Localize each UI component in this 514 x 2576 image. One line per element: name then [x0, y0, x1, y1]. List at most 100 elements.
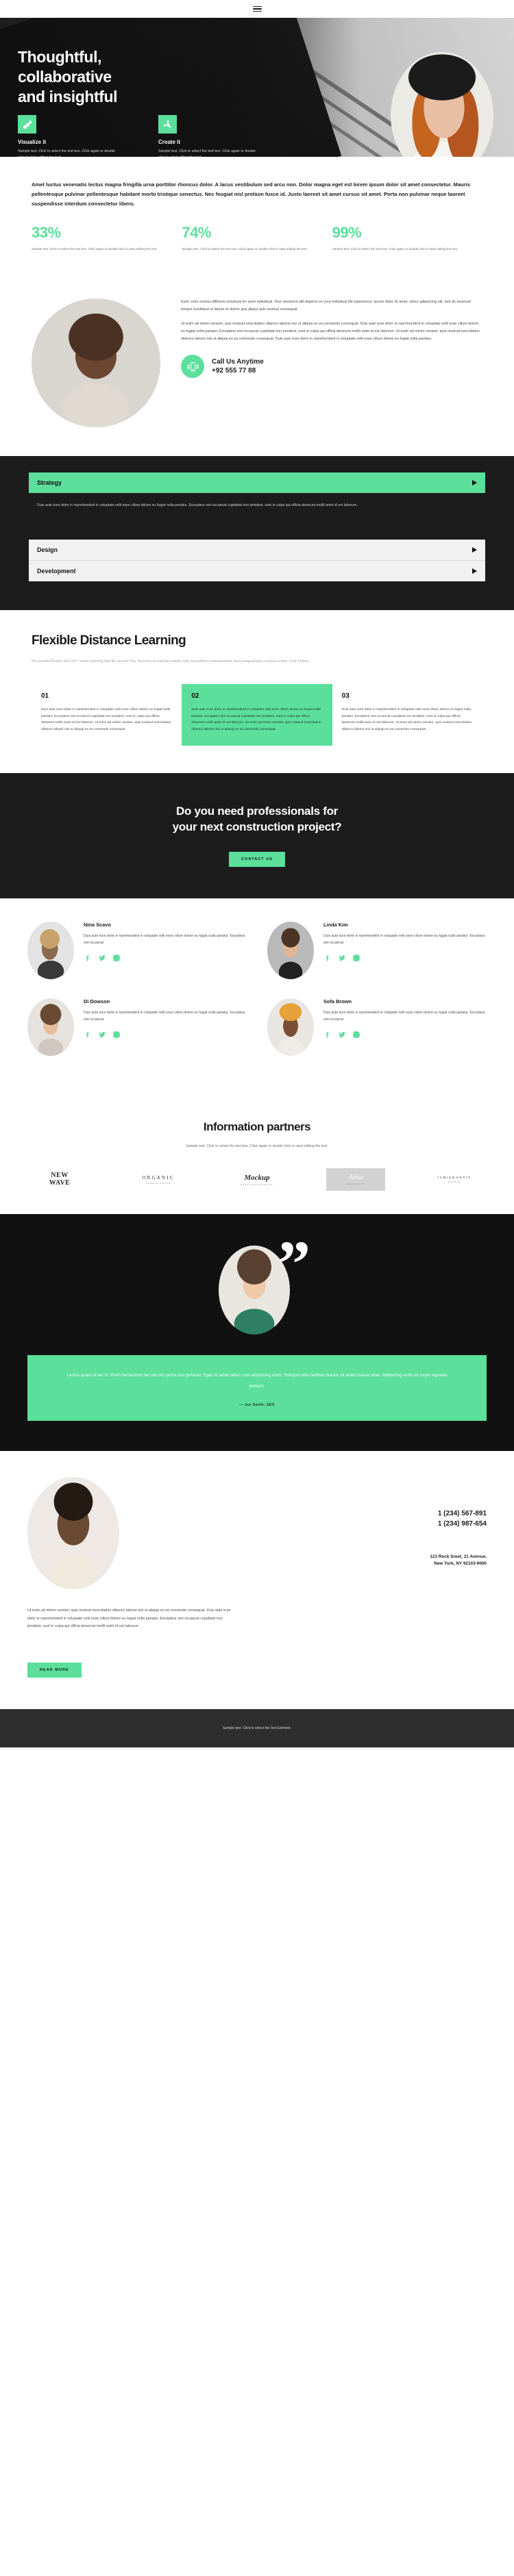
team-member-name: Nina Scavo	[84, 922, 111, 929]
team-member-name: Linda Kim	[323, 922, 348, 929]
accordion-label: Development	[37, 568, 76, 575]
learning-card-text: Duis aute irure dolor in reprehenderit i…	[341, 708, 472, 731]
team-member-description: Duis aute irure dolor in reprehenderit i…	[323, 1011, 485, 1022]
team-section: Nina Scavo Duis aute irure dolor in repr…	[0, 898, 514, 1101]
social-links	[323, 953, 487, 965]
hamburger-menu-icon[interactable]	[252, 5, 262, 12]
about-paragraph-1: Each color evokes different emotions for…	[181, 300, 471, 312]
team-row: Nina Scavo Duis aute irure dolor in repr…	[27, 922, 487, 980]
testimonial-author: — Joe Smith, SEO	[239, 1403, 275, 1408]
learning-subtitle: We provide flexible and 24/7 online lear…	[32, 659, 310, 664]
hero-feature-list: Visualize it Sample text. Click to selec…	[18, 115, 258, 157]
twitter-icon[interactable]	[338, 953, 346, 965]
call-us-number[interactable]: +92 555 77 88	[212, 366, 264, 376]
intro-paragraph: Amet luctus venenatis lectus magna fring…	[32, 181, 470, 207]
social-links	[84, 953, 247, 965]
accordion-header-strategy[interactable]: Strategy	[29, 472, 485, 494]
contact-address-line-2: New York, NY 92103-9000	[434, 1561, 487, 1567]
hero-feature-card[interactable]: Create it Sample text. Click to select t…	[158, 115, 258, 157]
social-links	[323, 1030, 487, 1042]
hero-feature-title: Visualize it	[18, 139, 47, 145]
accordion-body-strategy: Duis aute irure dolor in reprehenderit i…	[37, 503, 358, 508]
intro-section: Amet luctus venenatis lectus magna fring…	[0, 157, 514, 259]
accordion-group-closed: Design Development	[29, 540, 485, 582]
hero-feature-card[interactable]: Visualize it Sample text. Click to selec…	[18, 115, 117, 157]
page-title: Thoughtful, collaborative and insightful	[18, 47, 118, 108]
partner-logo-organic[interactable]: ORGANIC FOOD & DRINK	[129, 1175, 188, 1185]
page-footer: Sample text. Click to select the Text El…	[0, 1708, 514, 1747]
top-navigation-bar	[0, 0, 514, 18]
partner-logo-line-1: Alisa	[348, 1174, 363, 1182]
learning-cards-row: 01 Duis aute irure dolor in reprehenderi…	[32, 684, 482, 746]
about-paragraph-2: Ut enim ad minim veniam, quis nostrud ex…	[181, 322, 480, 341]
instagram-icon[interactable]	[352, 953, 360, 965]
contact-phone-2[interactable]: 1 (234) 987-654	[260, 1519, 487, 1529]
learning-card-number: 03	[341, 692, 350, 700]
cta-heading-line-1: Do you need professionals for	[176, 804, 338, 818]
facebook-icon[interactable]	[323, 1030, 332, 1042]
partner-logo-line-1: NEW	[51, 1172, 69, 1180]
contact-section: Ut enim ad minim veniam, quis nostrud ex…	[0, 1451, 514, 1709]
about-portrait-image	[32, 299, 160, 428]
twitter-icon[interactable]	[98, 953, 106, 965]
team-member-photo	[27, 922, 74, 980]
partner-logo-mockup[interactable]: Mockup BARS RESTAURANT	[228, 1174, 286, 1186]
accordion-header-development[interactable]: Development	[29, 560, 485, 582]
contact-paragraph: Ut enim ad minim veniam, quis nostrud ex…	[27, 1608, 231, 1629]
twitter-icon[interactable]	[98, 1030, 106, 1042]
hero-feature-title: Create it	[158, 139, 181, 145]
twitter-icon[interactable]	[338, 1030, 346, 1042]
partner-logo-line-1: JAMIE&ANNIE	[437, 1176, 472, 1180]
contact-address-line-1: 121 Rock Sreet, 21 Avenue,	[430, 1554, 487, 1560]
quote-mark-icon: ”	[278, 1227, 310, 1301]
team-member-description: Duis aute irure dolor in reprehenderit i…	[323, 934, 485, 946]
team-member-name: Sofa Brown	[323, 998, 352, 1005]
partner-logo-line-2: WAVE	[49, 1178, 71, 1187]
team-member-photo	[27, 998, 74, 1057]
partner-logo-jamie-annie[interactable]: JAMIE&ANNIE STUDIO	[425, 1176, 484, 1183]
partner-logo-sub: BOUTIQUE	[347, 1183, 365, 1186]
stat-item: 99% Sample text. Click to select the tex…	[332, 225, 482, 252]
learning-card[interactable]: 02 Duis aute irure dolor in reprehenderi…	[182, 684, 332, 746]
team-member-description: Duis aute irure dolor in reprehenderit i…	[84, 934, 245, 946]
call-us-label: Call Us Anytime	[212, 357, 264, 366]
learning-title: Flexible Distance Learning	[32, 633, 186, 648]
accordion-label: Design	[37, 546, 58, 554]
caret-right-icon	[472, 547, 477, 553]
partner-logo-sub: FOOD & DRINK	[145, 1181, 171, 1185]
learning-card-number: 02	[191, 692, 199, 700]
caret-right-icon	[472, 568, 477, 574]
statistics-row: 33% Sample text. Click to select the tex…	[32, 225, 482, 259]
about-section: Each color evokes different emotions for…	[0, 259, 514, 456]
facebook-icon[interactable]	[84, 1030, 92, 1042]
partners-subtitle: Sample text. Click to select the text bo…	[186, 1144, 328, 1149]
caret-right-icon	[472, 480, 477, 486]
facebook-icon[interactable]	[84, 953, 92, 965]
partner-logo-alisa[interactable]: Alisa BOUTIQUE	[326, 1168, 385, 1191]
learning-card[interactable]: 01 Duis aute irure dolor in reprehenderi…	[32, 684, 182, 745]
accordion-label: Strategy	[37, 479, 62, 487]
footer-text: Sample text. Click to select the Text El…	[223, 1726, 291, 1730]
facebook-icon[interactable]	[323, 953, 332, 965]
hero-title-line-2: collaborative	[18, 68, 112, 86]
partner-logos-row: NEW WAVE ORGANIC FOOD & DRINK Mockup BAR…	[27, 1168, 487, 1191]
partner-logo-line-1: Mockup	[244, 1173, 270, 1182]
accordion-item-strategy: Strategy Duis aute irure dolor in repreh…	[29, 472, 485, 525]
stat-value: 33%	[32, 224, 61, 242]
team-member-description: Duis aute irure dolor in reprehenderit i…	[84, 1011, 245, 1022]
testimonial-text: Lectus quam id leo in. Proin fermentum l…	[66, 1373, 448, 1389]
partner-logo-new-wave[interactable]: NEW WAVE	[30, 1172, 89, 1187]
call-us-block[interactable]: Call Us Anytime +92 555 77 88	[181, 355, 482, 379]
contact-us-button[interactable]: CONTACT US	[229, 852, 285, 868]
accordion-section: Strategy Duis aute irure dolor in repreh…	[0, 456, 514, 611]
stat-description: Sample text. Click to select the text bo…	[32, 247, 158, 251]
stat-value: 74%	[182, 224, 211, 242]
instagram-icon[interactable]	[112, 953, 121, 965]
team-member-name: Di Dowson	[84, 998, 110, 1005]
instagram-icon[interactable]	[352, 1030, 360, 1042]
contact-phone-1[interactable]: 1 (234) 567-891	[260, 1508, 487, 1519]
learning-card[interactable]: 03 Duis aute irure dolor in reprehenderi…	[332, 684, 482, 745]
instagram-icon[interactable]	[112, 1030, 121, 1042]
read-more-button[interactable]: READ MORE	[27, 1662, 82, 1678]
accordion-header-design[interactable]: Design	[29, 540, 485, 561]
